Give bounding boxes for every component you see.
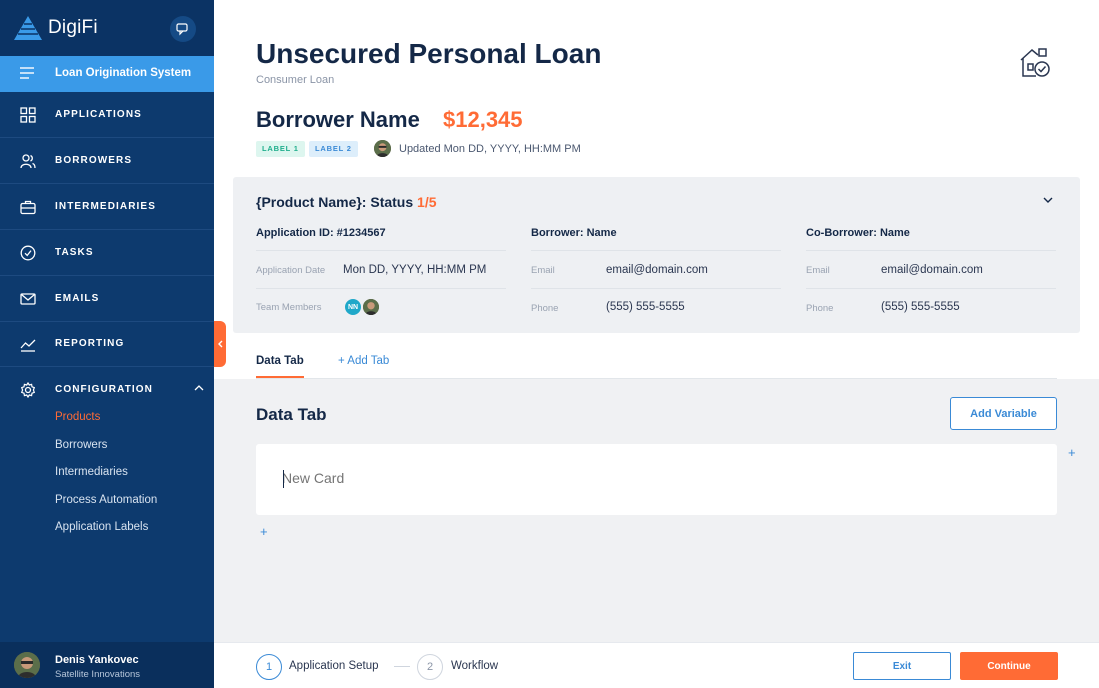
add-variable-button[interactable]: Add Variable [950, 397, 1057, 430]
nav-tasks[interactable]: TASKS [0, 230, 214, 276]
nav-label: EMAILS [55, 293, 100, 304]
application-id: Application ID: #1234567 [256, 227, 386, 239]
nav-reporting[interactable]: REPORTING [0, 321, 214, 367]
panel-title: {Product Name}: Status 1/5 [256, 194, 437, 210]
text-caret [283, 470, 284, 488]
divider [806, 288, 1056, 289]
divider [806, 250, 1056, 251]
step-arrow [394, 666, 410, 667]
application-date-label: Application Date [256, 265, 326, 276]
section-title: Data Tab [256, 405, 327, 424]
tab-data[interactable]: Data Tab [256, 355, 304, 378]
avatar [14, 652, 40, 678]
new-card [256, 444, 1057, 515]
menu-icon [20, 67, 34, 79]
team-member-avatar[interactable] [361, 297, 381, 317]
nav-label: CONFIGURATION [55, 384, 153, 395]
co-borrower-phone-value: (555) 555-5555 [881, 301, 960, 313]
co-borrower-email-label: Email [806, 265, 830, 276]
divider [531, 288, 781, 289]
chart-line-icon [20, 339, 36, 352]
nav-label: BORROWERS [55, 155, 133, 166]
user-org: Satellite Innovations [55, 669, 141, 680]
application-date-value: Mon DD, YYYY, HH:MM PM [343, 264, 487, 276]
chevron-down-icon[interactable] [1043, 196, 1053, 204]
card-name-input[interactable] [282, 470, 782, 486]
briefcase-icon [20, 200, 36, 215]
borrower-phone-label: Phone [531, 303, 559, 314]
divider [531, 250, 781, 251]
borrower-phone-value: (555) 555-5555 [606, 301, 685, 313]
borrower-email-value[interactable]: email@domain.com [606, 264, 708, 276]
brand-bar: DigiFi [0, 0, 214, 56]
step-2-label[interactable]: Workflow [451, 660, 498, 672]
sub-item-process-automation[interactable]: Process Automation [55, 494, 157, 506]
exit-button[interactable]: Exit [853, 652, 951, 680]
sidebar: DigiFi Loan Origination System APPLICATI… [0, 0, 214, 688]
co-borrower-email-value[interactable]: email@domain.com [881, 264, 983, 276]
nav-label: INTERMEDIARIES [55, 201, 156, 212]
sub-item-borrowers[interactable]: Borrowers [55, 439, 107, 451]
home-check-icon[interactable] [1019, 46, 1051, 78]
sub-item-intermediaries[interactable]: Intermediaries [55, 466, 128, 478]
brand-name: DigiFi [48, 17, 98, 38]
nav-emails[interactable]: EMAILS [0, 276, 214, 322]
divider [256, 288, 506, 289]
nav-label: TASKS [55, 247, 94, 258]
application-summary-panel: {Product Name}: Status 1/5 Application I… [233, 177, 1080, 333]
step-1-label[interactable]: Application Setup [289, 660, 379, 672]
nav-label: REPORTING [55, 338, 125, 349]
label-badge-2[interactable]: LABEL 2 [309, 141, 358, 157]
main-content: Unsecured Personal Loan Consumer Loan Bo… [214, 0, 1099, 688]
digifi-logo-icon [14, 16, 42, 40]
footer-bar: 1 Application Setup 2 Workflow Exit Cont… [214, 642, 1099, 688]
step-1-indicator[interactable]: 1 [256, 654, 282, 680]
mail-icon [20, 293, 36, 305]
system-label: Loan Origination System [55, 67, 192, 79]
label-badge-1[interactable]: LABEL 1 [256, 141, 305, 157]
nav-configuration[interactable]: CONFIGURATION [0, 367, 214, 413]
add-column-button[interactable]: + [1068, 445, 1076, 460]
team-members-label: Team Members [256, 302, 322, 313]
nav-intermediaries[interactable]: INTERMEDIARIES [0, 184, 214, 230]
loan-amount: $12,345 [443, 107, 523, 132]
nav-applications[interactable]: APPLICATIONS [0, 92, 214, 138]
borrower-email-label: Email [531, 265, 555, 276]
team-member-avatar[interactable]: NN [343, 297, 363, 317]
updated-timestamp: Updated Mon DD, YYYY, HH:MM PM [399, 143, 581, 155]
chat-button[interactable] [170, 16, 196, 42]
borrower-name: Borrower Name [256, 107, 420, 132]
sub-item-application-labels[interactable]: Application Labels [55, 521, 148, 533]
data-tab-workspace: Data Tab Add Variable + + [214, 379, 1099, 642]
gear-icon [20, 382, 36, 398]
nav-borrowers[interactable]: BORROWERS [0, 138, 214, 184]
add-tab-button[interactable]: + Add Tab [338, 355, 389, 367]
divider [256, 250, 506, 251]
co-borrower-phone-label: Phone [806, 303, 834, 314]
nav-label: APPLICATIONS [55, 109, 142, 120]
chat-icon [176, 23, 188, 36]
user-name: Denis Yankovec [55, 654, 139, 666]
continue-button[interactable]: Continue [960, 652, 1058, 680]
add-card-button[interactable]: + [260, 524, 268, 539]
tab-bar: Data Tab + Add Tab [256, 350, 1057, 379]
chevron-up-icon[interactable] [194, 384, 204, 392]
sub-item-products[interactable]: Products [55, 411, 100, 423]
check-circle-icon [20, 245, 36, 261]
status-value: 1/5 [417, 194, 437, 210]
step-2-indicator[interactable]: 2 [417, 654, 443, 680]
product-status-label: {Product Name}: Status [256, 194, 414, 210]
page-subtitle: Consumer Loan [256, 74, 335, 86]
users-icon [20, 154, 36, 169]
page-title: Unsecured Personal Loan [256, 38, 602, 69]
grid-icon [20, 107, 36, 123]
updater-avatar [374, 140, 391, 157]
user-profile[interactable]: Denis Yankovec Satellite Innovations [0, 642, 214, 688]
co-borrower-heading: Co-Borrower: Name [806, 227, 910, 239]
system-selector[interactable]: Loan Origination System [0, 56, 214, 92]
borrower-heading: Borrower: Name [531, 227, 617, 239]
